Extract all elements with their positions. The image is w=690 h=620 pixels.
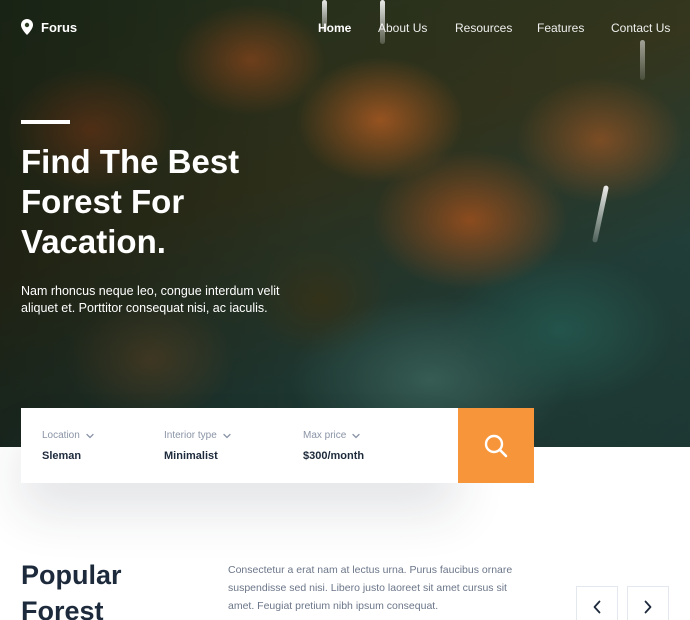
interior-type-dropdown[interactable]: Interior type xyxy=(164,430,231,441)
location-pin-icon xyxy=(21,19,33,35)
popular-title-line: Forest xyxy=(21,596,104,620)
hero-title-line: Vacation. xyxy=(21,223,166,260)
chevron-right-icon xyxy=(644,600,652,614)
hero-title-line: Forest For xyxy=(21,183,185,220)
popular-section-title: Popular Forest xyxy=(21,557,171,620)
popular-section-description: Consectetur a erat nam at lectus urna. P… xyxy=(228,564,513,612)
location-label: Location xyxy=(42,430,80,441)
max-price-value: $300/month xyxy=(303,450,365,462)
search-icon xyxy=(484,434,508,457)
location-value: Sleman xyxy=(42,450,82,462)
chevron-down-icon xyxy=(352,433,361,438)
hero-title-line: Find The Best xyxy=(21,143,240,180)
chevron-down-icon xyxy=(223,433,231,438)
carousel-prev-button[interactable] xyxy=(576,586,618,620)
chevron-left-icon xyxy=(593,600,601,614)
location-field[interactable]: Location Sleman xyxy=(42,408,152,483)
nav-link-contact-us[interactable]: Contact Us xyxy=(611,21,670,35)
interior-type-label: Interior type xyxy=(164,430,217,441)
hero-subtitle: Nam rhoncus neque leo, congue interdum v… xyxy=(21,284,280,315)
nav-link-features[interactable]: Features xyxy=(537,21,584,35)
brand-name: Forus xyxy=(41,19,78,35)
location-dropdown[interactable]: Location xyxy=(42,430,94,441)
max-price-field[interactable]: Max price $300/month xyxy=(303,408,423,483)
search-card: Location Sleman Interior type Minimalist… xyxy=(21,408,458,483)
hero-accent-bar xyxy=(21,120,70,124)
chevron-down-icon xyxy=(86,433,94,438)
carousel-next-button[interactable] xyxy=(627,586,669,620)
search-button[interactable] xyxy=(458,408,534,483)
top-navigation: Forus Home About Us Resources Features C… xyxy=(0,0,690,56)
nav-link-about-us[interactable]: About Us xyxy=(378,21,427,35)
max-price-label: Max price xyxy=(303,430,347,441)
nav-link-resources[interactable]: Resources xyxy=(455,21,512,35)
popular-title-line: Popular xyxy=(21,560,122,590)
hero-title: Find The Best Forest For Vacation. xyxy=(21,142,301,262)
nav-link-home[interactable]: Home xyxy=(318,21,351,35)
brand-logo[interactable]: Forus xyxy=(21,19,77,35)
interior-type-value: Minimalist xyxy=(164,450,218,462)
interior-type-field[interactable]: Interior type Minimalist xyxy=(164,408,284,483)
max-price-dropdown[interactable]: Max price xyxy=(303,430,361,441)
